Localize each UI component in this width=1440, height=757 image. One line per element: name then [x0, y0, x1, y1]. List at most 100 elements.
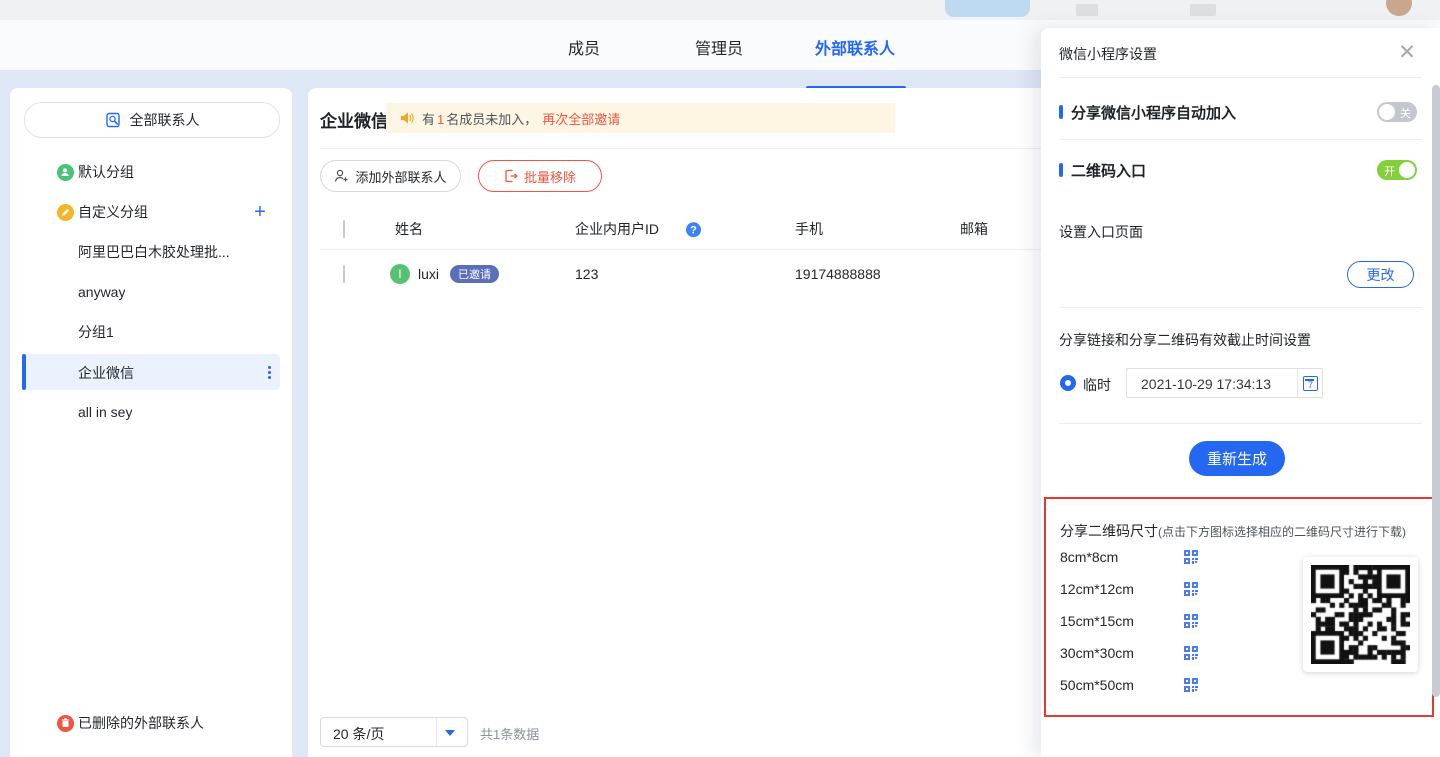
panel-scrollbar[interactable]	[1432, 85, 1440, 697]
app-root: 成员 管理员 外部联系人 全部联系人 默认分组 自定义分组 +	[0, 0, 1440, 757]
auto-join-toggle[interactable]: 关	[1377, 102, 1417, 122]
change-entry-page-button[interactable]: 更改	[1347, 261, 1414, 288]
avatar	[1386, 0, 1412, 16]
tab-external-contacts[interactable]: 外部联系人	[815, 35, 895, 59]
divider	[1059, 307, 1422, 308]
uninvited-count: 1	[437, 112, 444, 127]
avatar: l	[390, 264, 410, 284]
qr-size-highlight-box: 分享二维码尺寸(点击下方图标选择相应的二维码尺寸进行下载) 8cm*8cm 12…	[1044, 497, 1434, 717]
sidebar-item-group[interactable]: 分组1	[10, 318, 292, 346]
divider	[1297, 369, 1298, 397]
close-icon[interactable]: ✕	[1393, 38, 1421, 66]
toggle-knob	[1399, 162, 1415, 178]
qr-download-icon[interactable]	[1183, 677, 1199, 693]
group-more-menu-icon[interactable]	[259, 362, 279, 382]
column-header-email: 邮箱	[960, 219, 988, 239]
row-checkbox[interactable]	[343, 266, 345, 282]
toggle-state-text: 关	[1400, 105, 1411, 121]
qr-download-icon[interactable]	[1183, 549, 1199, 565]
sidebar-item-label: anyway	[78, 284, 125, 300]
banner-text: 有1名成员未加入，	[422, 109, 537, 128]
add-group-button[interactable]: +	[248, 198, 272, 226]
sidebar-item-selected-group[interactable]: 企业微信	[22, 354, 280, 390]
regenerate-button[interactable]: 重新生成	[1189, 441, 1285, 476]
auto-join-section: 分享微信小程序自动加入	[1059, 102, 1236, 122]
sidebar-item-label: 自定义分组	[78, 202, 148, 222]
sidebar-item-group[interactable]: all in sey	[10, 398, 292, 426]
reinvite-all-link[interactable]: 再次全部邀请	[542, 109, 620, 128]
qr-download-icon[interactable]	[1183, 581, 1199, 597]
sidebar-item-group[interactable]: anyway	[10, 278, 292, 306]
all-contacts-button[interactable]: 全部联系人	[24, 102, 280, 138]
qr-entry-toggle[interactable]: 开	[1377, 160, 1417, 180]
sidebar-item-group[interactable]: 阿里巴巴白木胶处理批...	[10, 238, 292, 266]
user-id-value: 123	[575, 266, 598, 282]
status-badge: 已邀请	[450, 265, 499, 283]
select-all-checkbox[interactable]	[343, 221, 345, 237]
qr-entry-section: 二维码入口	[1059, 160, 1146, 180]
sidebar-item-label: 阿里巴巴白木胶处理批...	[78, 242, 230, 262]
trash-icon	[56, 714, 74, 732]
sidebar-item-label: all in sey	[78, 404, 132, 420]
column-header-name: 姓名	[395, 219, 423, 239]
add-external-contact-button[interactable]: 添加外部联系人	[320, 160, 461, 192]
tab-admins[interactable]: 管理员	[695, 35, 743, 59]
panel-title: 微信小程序设置	[1059, 44, 1157, 64]
temporary-radio[interactable]	[1060, 375, 1076, 391]
qr-size-label: 50cm*50cm	[1060, 677, 1134, 693]
toggle-knob	[1379, 104, 1395, 120]
section-accent-bar	[1059, 105, 1063, 119]
expiry-datetime-value: 2021-10-29 17:34:13	[1141, 376, 1271, 392]
sidebar-item-default-group[interactable]: 默认分组	[10, 158, 292, 186]
temporary-radio-label: 临时	[1083, 375, 1111, 395]
batch-remove-label: 批量移除	[524, 167, 576, 186]
table-row[interactable]: l luxi 已邀请 123 19174888888	[320, 250, 1045, 297]
column-header-phone: 手机	[795, 219, 823, 239]
background-toolbar-icon	[1190, 4, 1216, 16]
sidebar-item-label: 已删除的外部联系人	[78, 713, 204, 733]
person-plus-icon	[334, 169, 349, 183]
qr-code	[1303, 557, 1418, 672]
table-header: 姓名 企业内用户ID ? 手机 邮箱	[320, 208, 1045, 250]
sidebar: 全部联系人 默认分组 自定义分组 + 阿里巴巴白木胶处理批... anyway	[10, 88, 292, 757]
selected-indicator-bar	[22, 354, 26, 390]
divider	[1059, 423, 1422, 424]
total-count-text: 共1条数据	[480, 724, 539, 743]
speaker-icon	[400, 111, 415, 125]
user-icon	[56, 163, 74, 181]
entry-page-label: 设置入口页面	[1059, 222, 1143, 242]
sidebar-item-label: 默认分组	[78, 162, 134, 182]
chevron-down-icon	[445, 730, 455, 736]
contact-book-icon	[105, 112, 122, 129]
contact-name: luxi	[418, 266, 439, 282]
tab-members[interactable]: 成员	[568, 35, 600, 59]
main-content: 企业微信 有1名成员未加入， 再次全部邀请 添加外部联系人 批量移除 姓名 企业…	[308, 88, 1070, 757]
page-size-select[interactable]: 20 条/页	[320, 717, 468, 747]
section-accent-bar	[1059, 163, 1063, 177]
divider	[436, 718, 437, 746]
qr-download-icon[interactable]	[1183, 613, 1199, 629]
qr-download-icon[interactable]	[1183, 645, 1199, 661]
qr-size-label: 12cm*12cm	[1060, 581, 1134, 597]
background-blue-pill	[945, 0, 1030, 17]
pencil-icon	[56, 203, 74, 221]
add-external-contact-label: 添加外部联系人	[355, 167, 446, 186]
sidebar-item-custom-group[interactable]: 自定义分组 +	[10, 198, 292, 226]
qr-size-section-title: 分享二维码尺寸(点击下方图标选择相应的二维码尺寸进行下载)	[1060, 521, 1406, 541]
calendar-icon[interactable]: 7	[1303, 376, 1318, 391]
sidebar-item-label: 企业微信	[78, 363, 134, 383]
divider	[320, 148, 1045, 149]
batch-remove-button[interactable]: 批量移除	[478, 160, 602, 192]
qr-size-label: 8cm*8cm	[1060, 549, 1118, 565]
phone-value: 19174888888	[795, 266, 881, 282]
auto-join-label: 分享微信小程序自动加入	[1071, 102, 1236, 123]
expiry-datetime-input[interactable]: 2021-10-29 17:34:13 7	[1126, 368, 1323, 398]
background-window-strip	[0, 0, 1440, 20]
divider	[1059, 139, 1422, 140]
sidebar-item-deleted-contacts[interactable]: 已删除的外部联系人	[10, 709, 292, 737]
help-icon[interactable]: ?	[686, 220, 701, 238]
qr-size-label: 30cm*30cm	[1060, 645, 1134, 661]
expiry-settings-label: 分享链接和分享二维码有效截止时间设置	[1059, 330, 1311, 350]
sidebar-item-label: 分组1	[78, 322, 114, 342]
invite-banner: 有1名成员未加入， 再次全部邀请	[386, 103, 895, 133]
